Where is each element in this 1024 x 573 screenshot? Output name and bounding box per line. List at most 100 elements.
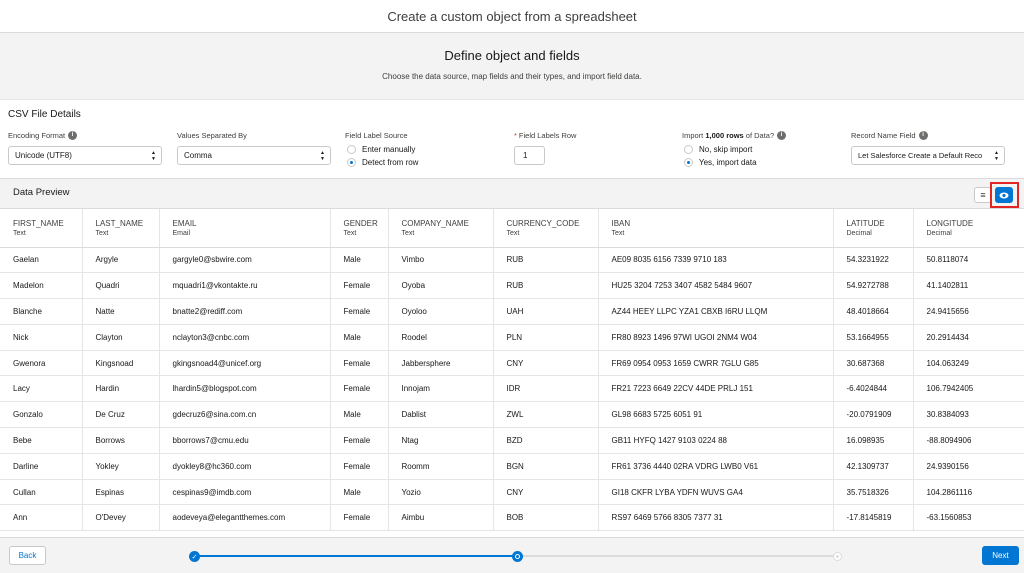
column-name: IBAN <box>611 218 631 228</box>
required-marker: * <box>514 130 517 140</box>
table-row: Bebe Borrows bborrows7@cmu.edu Female Ntag BZ… <box>0 427 1024 454</box>
table-cell: Kingsnoad <box>82 350 160 377</box>
table-cell: Vimbo <box>388 247 494 274</box>
radio-label: Enter manually <box>362 145 416 154</box>
column-name: LONGITUDE <box>926 218 974 228</box>
info-icon[interactable]: i <box>777 130 787 140</box>
data-preview-title: Data Preview <box>13 187 70 198</box>
highlight-box <box>990 182 1019 208</box>
encoding-value: Unicode (UTF8) <box>15 151 72 160</box>
table-cell: -6.4024844 <box>833 375 914 403</box>
column-type: Text <box>611 229 625 237</box>
encoding-select[interactable]: Unicode (UTF8) ▲ ▼ <box>8 146 162 165</box>
column-header: CURRENCY_CODE Text <box>493 209 599 248</box>
table-cell: Female <box>330 504 389 532</box>
table-cell: bnatte2@rediff.com <box>159 298 331 325</box>
separator-value: Comma <box>184 151 213 160</box>
column-type: Decimal <box>926 229 952 237</box>
table-cell: BOB <box>493 504 599 532</box>
table-cell: gkingsnoad4@unicef.org <box>159 350 331 377</box>
table-cell: BZD <box>493 427 599 454</box>
table-cell: Darline <box>0 453 83 480</box>
info-icon[interactable]: i <box>68 130 78 140</box>
radio-detect-from-row[interactable]: Detect from row <box>347 156 495 169</box>
radio-label: Yes, import data <box>699 158 757 167</box>
table-cell: Borrows <box>82 427 160 454</box>
page-title: Create a custom object from a spreadshee… <box>387 8 637 24</box>
table-cell: RUB <box>493 247 599 274</box>
table-cell: dyokley8@hc360.com <box>159 453 331 480</box>
table-cell: Male <box>330 247 389 274</box>
column-type: Text <box>95 229 109 237</box>
table-row: Lacy Hardin lhardin5@blogspot.com Female Inn… <box>0 375 1024 403</box>
table-cell: aodeveya@elegantthemes.com <box>159 504 331 532</box>
record-name-select[interactable]: Let Salesforce Create a Default Reco ▲ ▼ <box>851 146 1005 165</box>
radio-skip-import[interactable]: No, skip import <box>684 143 832 156</box>
table-cell: Lacy <box>0 375 83 403</box>
data-preview-bar: Data Preview ≡ <box>0 178 1024 209</box>
table-cell: IDR <box>493 375 599 403</box>
table-cell: Female <box>330 427 389 454</box>
table-cell: Quadri <box>82 272 160 300</box>
table-cell: Female <box>330 272 389 300</box>
column-name: LAST_NAME <box>95 218 144 228</box>
radio-import-data[interactable]: Yes, import data <box>684 156 832 169</box>
table-cell: AE09 8035 6156 7339 9710 183 <box>598 247 834 274</box>
radio-icon <box>347 145 356 154</box>
column-header: EMAIL Email <box>159 209 331 248</box>
table-cell: GI18 CKFR LYBA YDFN WUVS GA4 <box>598 479 834 506</box>
radio-icon <box>684 145 693 154</box>
radio-enter-manually[interactable]: Enter manually <box>347 143 495 156</box>
table-cell: 54.9272788 <box>833 272 914 300</box>
import-field: Import 1,000 rows of Data? i No, skip im… <box>682 130 832 169</box>
import-label-bold: 1,000 rows <box>705 130 744 140</box>
table-cell: UAH <box>493 298 599 325</box>
radio-label: No, skip import <box>699 145 753 154</box>
progress-bar-remaining <box>517 555 837 557</box>
table-cell: 30.687368 <box>833 350 914 377</box>
encoding-label: Encoding Format <box>8 130 66 140</box>
next-button[interactable]: Next <box>982 546 1019 565</box>
record-name-field: Record Name Field i Let Salesforce Create… <box>851 130 1005 165</box>
column-header: LATITUDE Decimal <box>833 209 914 248</box>
separator-label: Values Separated By <box>177 130 247 140</box>
table-cell: BGN <box>493 453 599 480</box>
progress-step-1[interactable]: ✓ <box>189 551 200 562</box>
table-cell: Yokley <box>82 453 160 480</box>
step-heading: Define object and fields <box>444 48 580 63</box>
column-type: Text <box>343 229 357 237</box>
radio-label: Detect from row <box>362 158 419 167</box>
column-header: COMPANY_NAME Text <box>388 209 494 248</box>
table-cell: nclayton3@cnbc.com <box>159 324 331 351</box>
table-cell: FR80 8923 1496 97WI UGOI 2NM4 W04 <box>598 324 834 351</box>
table-cell: FR61 3736 4440 02RA VDRG LWB0 V61 <box>598 453 834 480</box>
table-cell: -20.0791909 <box>833 401 914 429</box>
csv-section-title: CSV File Details <box>8 109 81 120</box>
table-cell: 104.063249 <box>913 350 1024 377</box>
table-cell: Female <box>330 453 389 480</box>
separator-select[interactable]: Comma ▲ ▼ <box>177 146 331 165</box>
info-icon[interactable]: i <box>918 130 928 140</box>
table-cell: Ntag <box>388 427 494 454</box>
table-cell: mquadri1@vkontakte.ru <box>159 272 331 300</box>
table-cell: ZWL <box>493 401 599 429</box>
top-header: Create a custom object from a spreadshee… <box>0 0 1024 33</box>
progress-step-2[interactable] <box>512 551 523 562</box>
table-cell: 24.9390156 <box>913 453 1024 480</box>
table-cell: O'Devey <box>82 504 160 532</box>
import-label-prefix: Import <box>682 130 706 140</box>
table-cell: -17.8145819 <box>833 504 914 532</box>
record-name-label: Record Name Field <box>851 130 916 140</box>
table-cell: 30.8384093 <box>913 401 1024 429</box>
column-name: COMPANY_NAME <box>401 218 469 228</box>
progress-step-3[interactable] <box>833 552 842 561</box>
back-button[interactable]: Back <box>9 546 46 565</box>
column-type: Decimal <box>846 229 872 237</box>
table-cell: Madelon <box>0 272 83 300</box>
labels-row-input[interactable]: 1 <box>514 146 545 165</box>
column-name: LATITUDE <box>846 218 885 228</box>
table-cell: 48.4018664 <box>833 298 914 325</box>
table-cell: Female <box>330 350 389 377</box>
select-arrows-icon: ▲ ▼ <box>994 150 999 162</box>
column-type: Text <box>506 229 520 237</box>
